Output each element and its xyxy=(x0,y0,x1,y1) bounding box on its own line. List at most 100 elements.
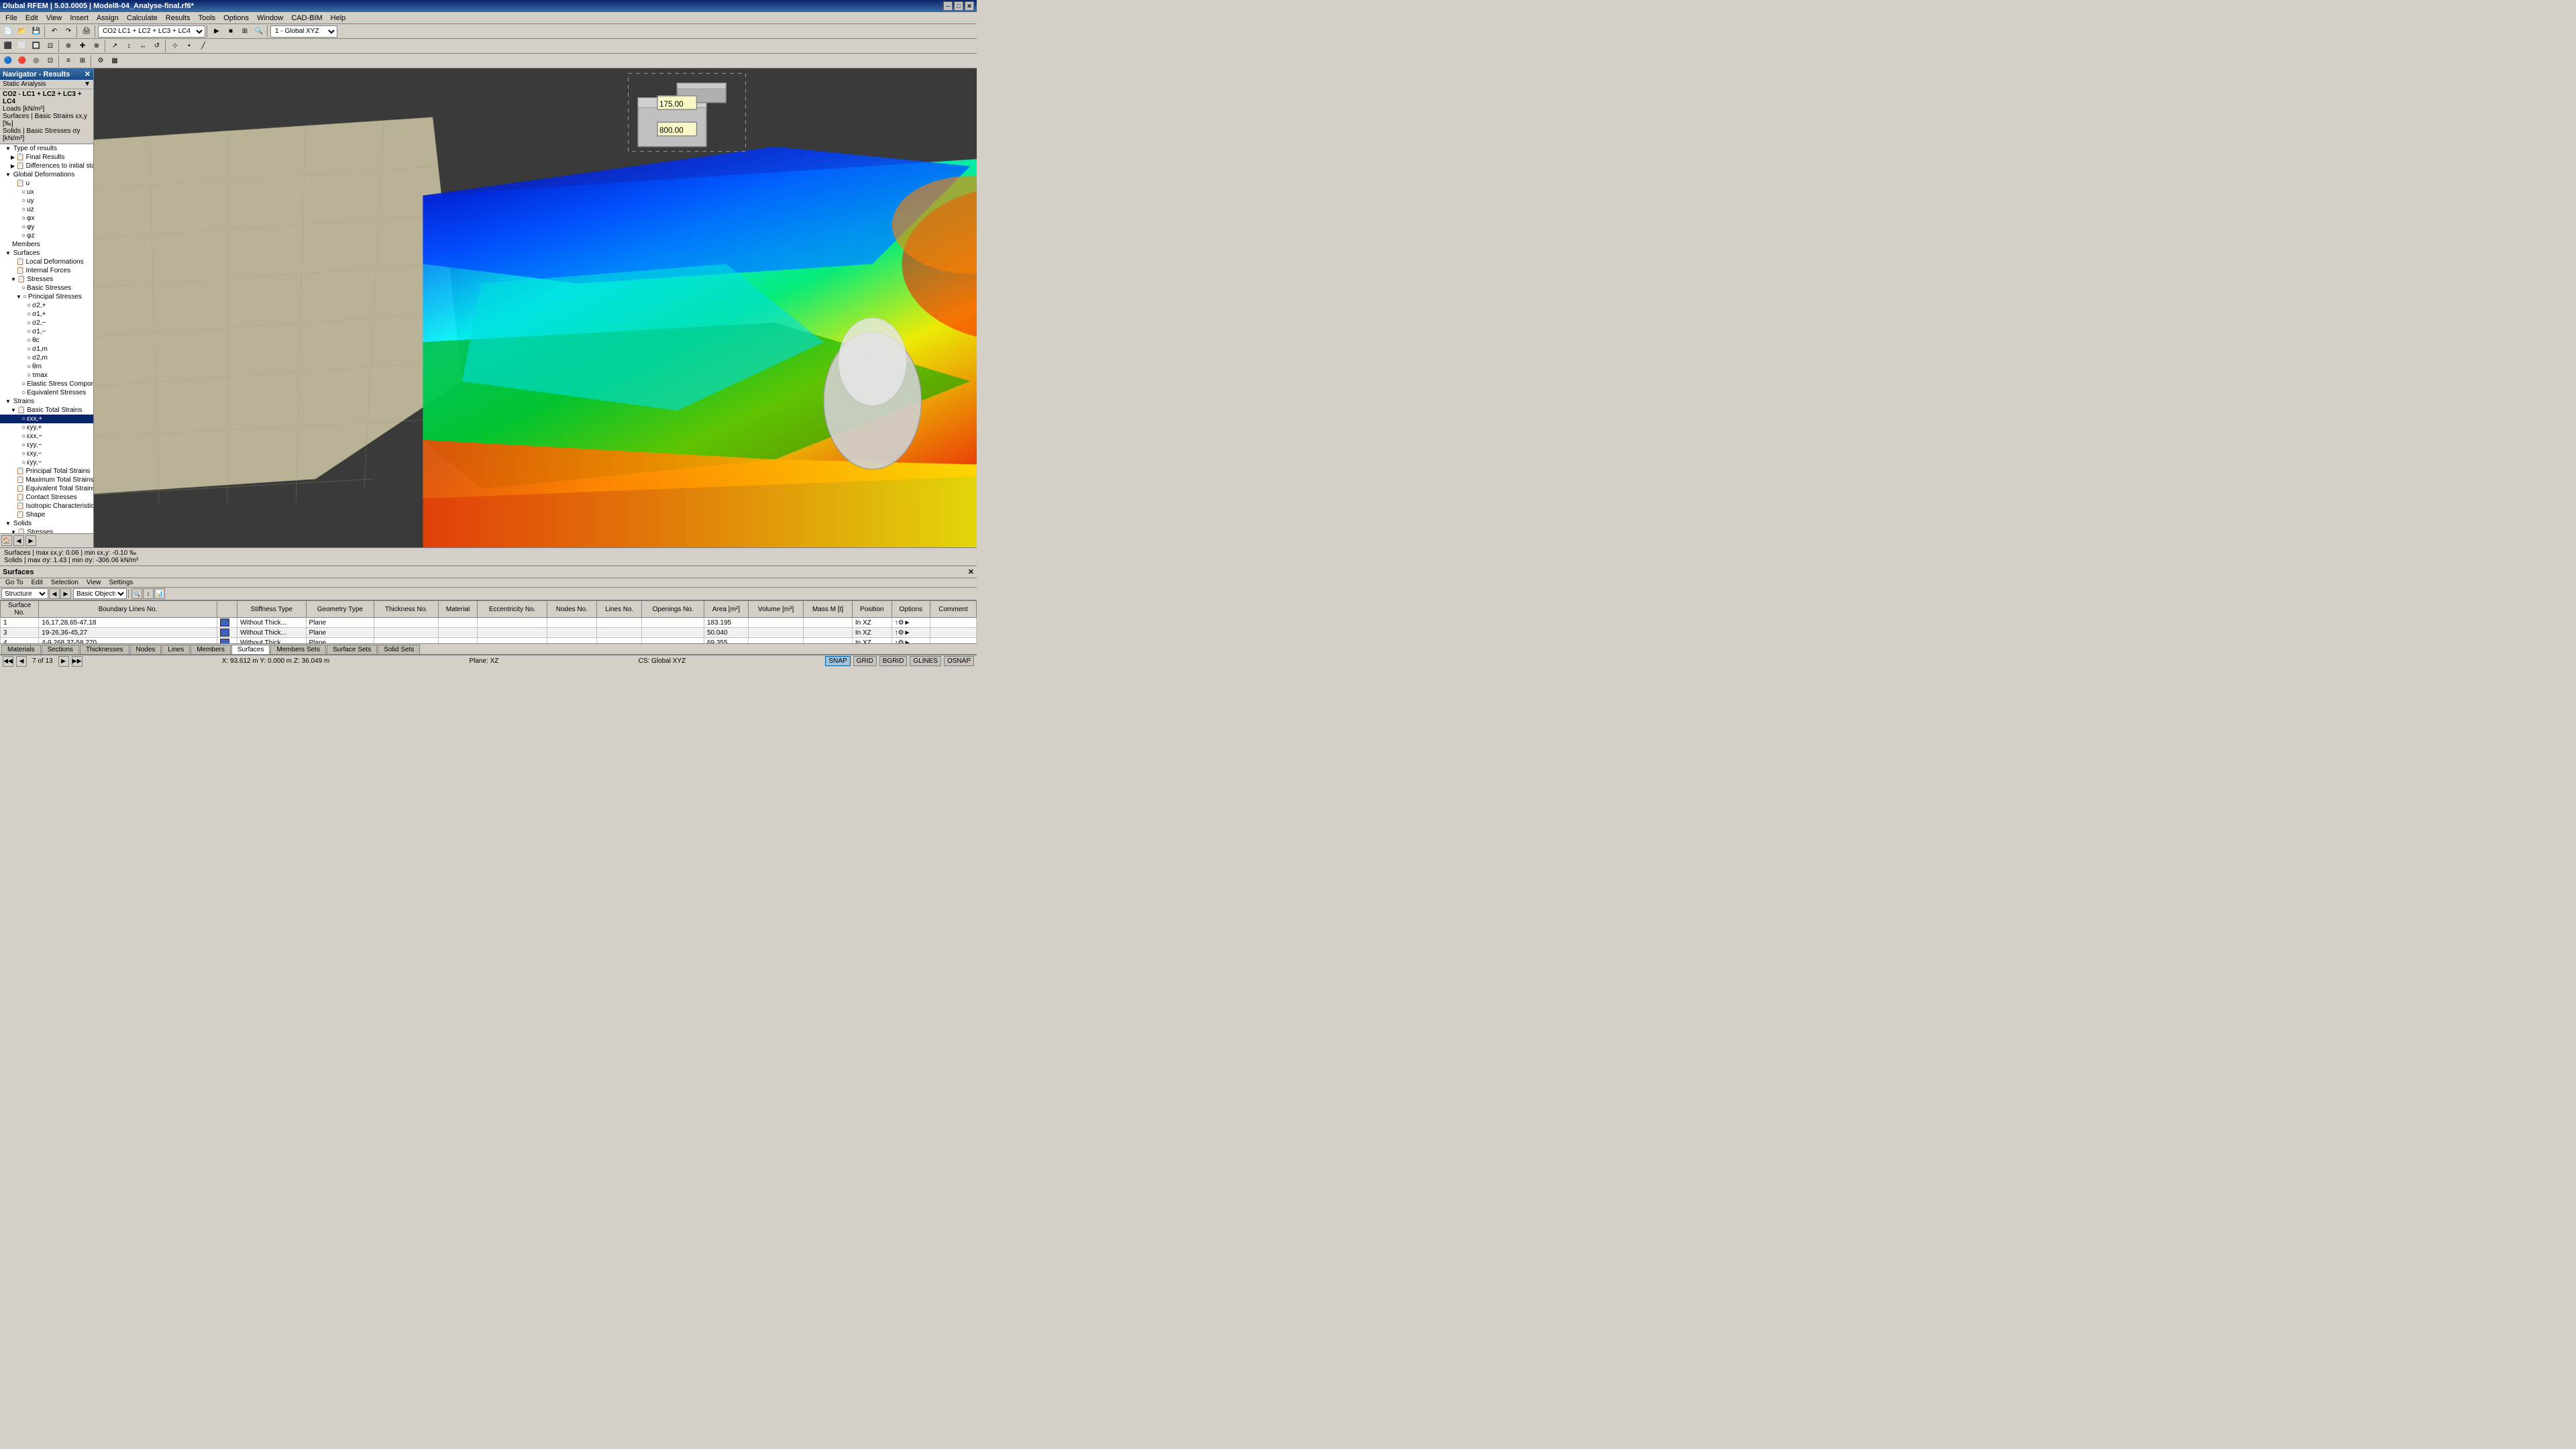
save-btn[interactable]: 💾 xyxy=(30,25,43,38)
disp-btn3[interactable]: ◎ xyxy=(30,54,43,68)
nav-arrow-icon[interactable]: ▼ xyxy=(84,80,91,88)
menu-item-help[interactable]: Help xyxy=(327,13,350,23)
close-btn[interactable]: ✕ xyxy=(965,1,974,11)
filter-btn[interactable]: 🔍 xyxy=(131,588,142,599)
tree-item[interactable]: 📋 Contact Stresses xyxy=(0,493,93,502)
tree-item[interactable]: Members xyxy=(0,240,93,249)
res-btn2[interactable]: ⊞ xyxy=(76,54,89,68)
tree-item[interactable]: ○ Equivalent Stresses xyxy=(0,388,93,397)
tree-item[interactable]: ○ σ2,− xyxy=(0,319,93,327)
tree-item[interactable]: ○ uy xyxy=(0,197,93,205)
snap-btn3[interactable]: ⊗ xyxy=(90,40,103,53)
bottom-tab-sections[interactable]: Sections xyxy=(42,645,79,654)
tree-item[interactable]: ○ φy xyxy=(0,223,93,231)
tree-item[interactable]: ○ εyy,+ xyxy=(0,423,93,432)
minimize-btn[interactable]: ─ xyxy=(943,1,953,11)
tool-btn1[interactable]: ↗ xyxy=(108,40,121,53)
nav-fwd-btn[interactable]: ▶ xyxy=(25,535,36,546)
basic-objects-combo[interactable]: Basic Objects xyxy=(73,588,127,599)
tb-btn5[interactable]: ▶ xyxy=(210,25,223,38)
bottom-tab-surfaces[interactable]: Surfaces xyxy=(231,645,270,654)
tree-item[interactable]: ○ τmax xyxy=(0,371,93,380)
tree-item[interactable]: ▶📋 Differences to initial state xyxy=(0,162,93,170)
tree-item[interactable]: ○ ux xyxy=(0,188,93,197)
structure-combo[interactable]: Structure xyxy=(1,588,48,599)
view-btn1[interactable]: ⬛ xyxy=(1,40,15,53)
tree-item[interactable]: 📋 u xyxy=(0,179,93,188)
disp-btn2[interactable]: 🔴 xyxy=(15,54,29,68)
tree-item[interactable]: 📋 Principal Total Strains xyxy=(0,467,93,476)
bgrid-btn-status[interactable]: BGRID xyxy=(879,656,908,666)
tree-item[interactable]: ▼○ Principal Stresses xyxy=(0,292,93,301)
glines-btn-status[interactable]: GLINES xyxy=(910,656,941,666)
tool-btn2[interactable]: ↕ xyxy=(122,40,136,53)
tree-item[interactable]: ○ σ1,m xyxy=(0,345,93,354)
tree-item[interactable]: 📋 Local Deformations xyxy=(0,258,93,266)
tree-item[interactable]: ▼Strains xyxy=(0,397,93,406)
disp-btn4[interactable]: ⊡ xyxy=(44,54,57,68)
tree-item[interactable]: ○ σ2,m xyxy=(0,354,93,362)
selection-menu[interactable]: Selection xyxy=(47,578,83,587)
tree-item[interactable]: ○ Basic Stresses xyxy=(0,284,93,292)
load-case-combo[interactable]: CO2 LC1 + LC2 + LC3 + LC4 xyxy=(98,25,205,38)
tree-item[interactable]: ▼📋 Stresses xyxy=(0,528,93,533)
tree-item[interactable]: ○ Elastic Stress Components xyxy=(0,380,93,388)
menu-item-calculate[interactable]: Calculate xyxy=(123,13,162,23)
edit-menu[interactable]: Edit xyxy=(28,578,47,587)
tb-btn7[interactable]: ⊞ xyxy=(238,25,252,38)
bottom-tab-members-sets[interactable]: Members Sets xyxy=(270,645,325,654)
bottom-tab-nodes[interactable]: Nodes xyxy=(130,645,162,654)
tb-btn8[interactable]: 🔍 xyxy=(252,25,266,38)
menu-item-tools[interactable]: Tools xyxy=(194,13,219,23)
prev-page-btn[interactable]: ◀ xyxy=(16,656,27,667)
select-btn[interactable]: ⊹ xyxy=(168,40,182,53)
tree-item[interactable]: ○ φx xyxy=(0,214,93,223)
tree-item[interactable]: ▼📋 Basic Total Strains xyxy=(0,406,93,415)
tree-item[interactable]: ○ φz xyxy=(0,231,93,240)
goto-menu[interactable]: Go To xyxy=(1,578,28,587)
bottom-tab-solid-sets[interactable]: Solid Sets xyxy=(378,645,420,654)
sort-btn[interactable]: ↕ xyxy=(143,588,154,599)
view-btn2[interactable]: ⬜ xyxy=(15,40,29,53)
tree-item[interactable]: ○ uz xyxy=(0,205,93,214)
bottom-tab-lines[interactable]: Lines xyxy=(162,645,190,654)
snap-btn1[interactable]: ⊕ xyxy=(62,40,75,53)
tree-item[interactable]: 📋 Internal Forces xyxy=(0,266,93,275)
bottom-tab-surface-sets[interactable]: Surface Sets xyxy=(327,645,377,654)
menu-item-results[interactable]: Results xyxy=(162,13,195,23)
viewport[interactable]: XYZ X Y Z 175.00 800.00 xyxy=(94,68,977,547)
res-btn1[interactable]: ≡ xyxy=(62,54,75,68)
misc-btn2[interactable]: ▦ xyxy=(108,54,121,68)
menu-item-insert[interactable]: Insert xyxy=(66,13,93,23)
tree-item[interactable]: ○ εxx,− xyxy=(0,432,93,441)
tree-item[interactable]: ○ εyy,− xyxy=(0,441,93,449)
menu-item-window[interactable]: Window xyxy=(253,13,287,23)
combo-arrow1[interactable]: ◀ xyxy=(49,588,60,599)
menu-item-cad-bim[interactable]: CAD-BIM xyxy=(287,13,326,23)
view-menu[interactable]: View xyxy=(83,578,105,587)
tree-item[interactable]: ▼📋 Stresses xyxy=(0,275,93,284)
view-btn3[interactable]: 🔲 xyxy=(30,40,43,53)
nav-home-btn[interactable]: 🏠 xyxy=(1,535,12,546)
view-combo[interactable]: 1 - Global XYZ xyxy=(270,25,337,38)
menu-item-view[interactable]: View xyxy=(42,13,66,23)
menu-item-file[interactable]: File xyxy=(1,13,21,23)
nav-back-btn[interactable]: ◀ xyxy=(13,535,24,546)
next-page-btn[interactable]: ▶ xyxy=(58,656,69,667)
node-btn[interactable]: • xyxy=(182,40,196,53)
tool-btn4[interactable]: ↺ xyxy=(150,40,164,53)
nav-close-icon[interactable]: ✕ xyxy=(85,70,91,78)
tree-item[interactable]: ○ σ1,+ xyxy=(0,310,93,319)
table-row[interactable]: 319-26,36-45,27Without Thick...Plane50.0… xyxy=(1,628,977,638)
tree-item[interactable]: ▼Solids xyxy=(0,519,93,528)
tree-item[interactable]: ○ σ2,+ xyxy=(0,301,93,310)
bottom-tab-members[interactable]: Members xyxy=(191,645,231,654)
misc-btn1[interactable]: ⚙ xyxy=(94,54,107,68)
tb-btn6[interactable]: ■ xyxy=(224,25,237,38)
snap-btn2[interactable]: ✚ xyxy=(76,40,89,53)
view-btn4[interactable]: ⊡ xyxy=(44,40,57,53)
tree-item[interactable]: ○ σ1,− xyxy=(0,327,93,336)
tree-item[interactable]: 📋 Maximum Total Strains xyxy=(0,476,93,484)
tree-item[interactable]: ▼Surfaces xyxy=(0,249,93,258)
table-row[interactable]: 116,17,28,65-47,18Without Thick...Plane1… xyxy=(1,618,977,628)
